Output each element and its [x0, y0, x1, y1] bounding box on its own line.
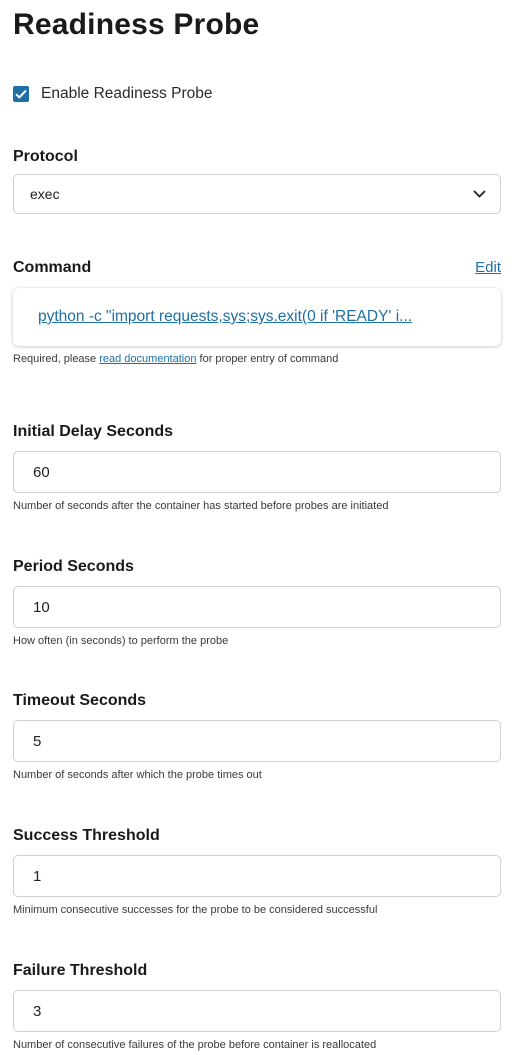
- failure-threshold-input[interactable]: 3: [13, 990, 501, 1032]
- failure-threshold-label: Failure Threshold: [13, 962, 148, 979]
- timeout-input[interactable]: 5: [13, 720, 501, 762]
- success-threshold-section: Success Threshold 1 Minimum consecutive …: [13, 827, 501, 916]
- timeout-label: Timeout Seconds: [13, 692, 147, 709]
- command-help-prefix: Required, please: [13, 353, 100, 365]
- protocol-section: Protocol exec: [13, 148, 501, 214]
- command-section: Command Edit python -c "import requests,…: [13, 259, 501, 365]
- protocol-select[interactable]: exec: [13, 174, 501, 214]
- success-threshold-help: Minimum consecutive successes for the pr…: [13, 904, 378, 916]
- initial-delay-input[interactable]: 60: [13, 451, 501, 493]
- success-threshold-input[interactable]: 1: [13, 855, 501, 897]
- period-section: Period Seconds 10 How often (in seconds)…: [13, 558, 501, 647]
- timeout-help: Number of seconds after which the probe …: [13, 769, 262, 781]
- command-help: Required, please read documentation for …: [13, 353, 501, 365]
- success-threshold-label: Success Threshold: [13, 827, 160, 844]
- command-header: Command Edit: [13, 259, 501, 277]
- protocol-value: exec: [30, 186, 60, 202]
- readiness-probe-form: Readiness Probe Enable Readiness Probe P…: [0, 0, 512, 1055]
- period-help: How often (in seconds) to perform the pr…: [13, 635, 229, 647]
- command-label: Command: [13, 259, 92, 276]
- period-label: Period Seconds: [13, 558, 134, 575]
- enable-probe-checkbox[interactable]: [13, 86, 29, 102]
- read-documentation-link[interactable]: read documentation: [99, 353, 196, 365]
- edit-command-link[interactable]: Edit: [475, 259, 501, 276]
- period-input[interactable]: 10: [13, 586, 501, 628]
- enable-probe-row: Enable Readiness Probe: [13, 85, 212, 103]
- chevron-down-icon: [473, 190, 486, 198]
- command-value-link[interactable]: python -c "import requests,sys;sys.exit(…: [38, 308, 412, 326]
- initial-delay-help: Number of seconds after the container ha…: [13, 500, 389, 512]
- page-title: Readiness Probe: [13, 8, 260, 41]
- enable-probe-label: Enable Readiness Probe: [41, 85, 213, 102]
- failure-threshold-section: Failure Threshold 3 Number of consecutiv…: [13, 962, 501, 1051]
- failure-threshold-help: Number of consecutive failures of the pr…: [13, 1039, 377, 1051]
- initial-delay-section: Initial Delay Seconds 60 Number of secon…: [13, 423, 501, 512]
- checkmark-icon: [15, 89, 27, 99]
- command-card: python -c "import requests,sys;sys.exit(…: [13, 288, 501, 346]
- protocol-label: Protocol: [13, 148, 78, 165]
- timeout-section: Timeout Seconds 5 Number of seconds afte…: [13, 692, 501, 781]
- command-help-suffix: for proper entry of command: [196, 353, 339, 365]
- initial-delay-label: Initial Delay Seconds: [13, 423, 174, 440]
